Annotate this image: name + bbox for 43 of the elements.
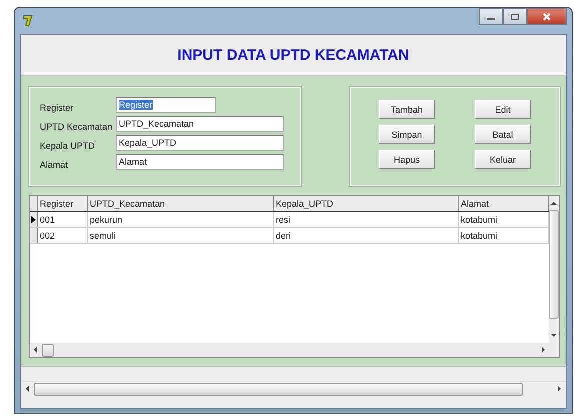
scroll-thumb[interactable] (34, 382, 523, 396)
right-arrow-icon[interactable] (540, 346, 546, 354)
table-cell: resi (274, 212, 459, 227)
form-heading: INPUT DATA UPTD KECAMATAN (178, 46, 410, 64)
up-arrow-icon[interactable] (550, 200, 558, 206)
down-arrow-icon[interactable] (550, 333, 558, 339)
field-label: UPTD Kecamatan (40, 121, 114, 132)
table-cell: 002 (38, 228, 88, 243)
action-button[interactable]: Batal (475, 125, 531, 144)
action-button[interactable]: Tambah (379, 100, 435, 119)
field-label: Alamat (40, 159, 70, 170)
field-label: Kepala UPTD (40, 140, 96, 151)
input-field[interactable]: UPTD_Kecamatan (116, 116, 284, 132)
horizontal-scrollbar[interactable] (21, 381, 566, 396)
action-button[interactable]: Keluar (475, 150, 531, 169)
right-arrow-icon[interactable] (556, 385, 562, 393)
input-field[interactable]: Kepala_UPTD (116, 135, 284, 151)
maximize-icon (510, 12, 520, 20)
row-indicator[interactable] (30, 212, 38, 227)
current-row-icon (31, 216, 36, 224)
table-cell: deri (274, 228, 459, 243)
table-cell: pekurun (88, 212, 274, 227)
close-button[interactable] (527, 8, 567, 25)
scroll-thumb[interactable] (549, 210, 559, 319)
table-cell: 001 (38, 212, 88, 227)
vertical-scrollbar[interactable] (549, 196, 559, 357)
left-arrow-icon[interactable] (25, 385, 31, 393)
table-cell: semuli (88, 228, 274, 243)
horizontal-scrollbar[interactable] (30, 343, 549, 357)
input-field[interactable]: Register (116, 97, 216, 113)
column-header[interactable]: Register (38, 196, 88, 211)
input-field[interactable]: Alamat (116, 154, 284, 170)
action-button[interactable]: Simpan (379, 125, 435, 144)
minimize-button[interactable] (479, 8, 503, 25)
close-icon (542, 12, 552, 20)
action-button[interactable]: Hapus (379, 150, 435, 169)
action-button[interactable]: Edit (475, 100, 531, 119)
field-label: Register (40, 102, 75, 113)
scroll-thumb[interactable] (42, 344, 54, 356)
column-header[interactable]: UPTD_Kecamatan (88, 196, 274, 211)
left-arrow-icon[interactable] (33, 346, 39, 354)
maximize-button[interactable] (503, 8, 527, 25)
column-header[interactable]: Kepala_UPTD (274, 196, 459, 211)
